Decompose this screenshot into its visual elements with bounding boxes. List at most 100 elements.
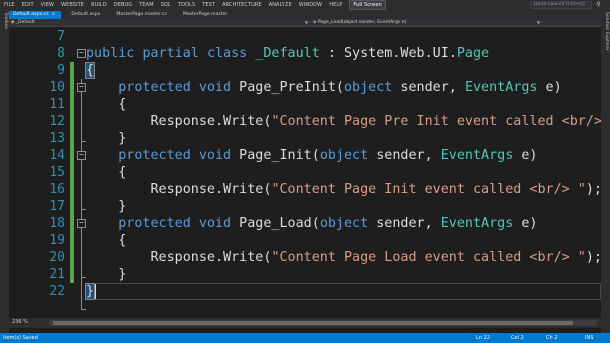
menu-debug[interactable]: DEBUG [114, 2, 132, 8]
line-number: 8 [57, 46, 65, 61]
code-text: } [84, 283, 96, 300]
status-insert-mode: INS [585, 335, 594, 341]
menu-test[interactable]: TEST [202, 2, 215, 8]
code-line: 20 Response.Write("Content Page Load eve… [9, 249, 601, 266]
line-number: 12 [49, 114, 65, 129]
line-number: 17 [49, 199, 65, 214]
class-dropdown-value: _Default [15, 20, 35, 25]
change-indicator [70, 181, 74, 198]
search-icon[interactable]: ⚲ [594, 1, 603, 9]
code-line: 19 { [9, 232, 601, 249]
code-line: 17 } [9, 198, 601, 215]
line-number: 18 [49, 216, 65, 231]
change-indicator [70, 249, 74, 266]
left-dock-strip: Toolbox [0, 10, 9, 333]
code-text: } [86, 267, 127, 282]
code-text: Response.Write("Content Page Init event … [86, 182, 601, 197]
change-indicator [70, 62, 74, 79]
code-line: 7 [9, 28, 601, 45]
code-text: } [86, 199, 127, 214]
line-number: 20 [49, 250, 65, 265]
zoom-level[interactable]: 236 % [12, 319, 28, 325]
toolbox-tab[interactable]: Toolbox [3, 12, 8, 29]
line-number: 13 [49, 131, 65, 146]
class-dropdown[interactable]: ◆ _Default ▼ [11, 20, 311, 26]
collapse-icon[interactable]: − [77, 219, 86, 228]
line-number: 22 [49, 284, 65, 299]
status-bar: Item(s) Saved Ln 22 Col 2 Ch 2 INS [0, 333, 610, 343]
menu-edit[interactable]: EDIT [22, 2, 34, 8]
tab-masterpage-master[interactable]: MasterPage.master [179, 11, 233, 19]
code-text: protected void Page_PreInit(object sende… [118, 80, 562, 95]
code-text: { [86, 165, 127, 180]
menu-website[interactable]: WEBSITE [61, 2, 84, 8]
code-text: { [86, 97, 127, 112]
change-indicator [70, 266, 74, 283]
code-line: 14 − protected void Page_Init(object sen… [9, 147, 601, 164]
code-line: 21 } [9, 266, 601, 283]
change-indicator [70, 232, 74, 249]
full-screen-button[interactable]: Full Screen [349, 0, 386, 10]
code-text: { [84, 62, 96, 79]
change-indicator [70, 164, 74, 181]
collapse-icon[interactable]: − [77, 151, 86, 160]
menu-team[interactable]: TEAM [139, 2, 153, 8]
code-line: 16 Response.Write("Content Page Init eve… [9, 181, 601, 198]
status-message: Item(s) Saved [3, 335, 38, 341]
chevron-down-icon: ▼ [304, 20, 308, 25]
document-tab-bar: Default.aspx.cs × Default.aspx MasterPage… [9, 10, 601, 19]
menu-help[interactable]: HELP [329, 2, 342, 8]
menu-build[interactable]: BUILD [91, 2, 107, 8]
tab-label: Default.aspx.cs [13, 12, 49, 17]
line-number: 14 [49, 148, 65, 163]
menu-architecture[interactable]: ARCHITECTURE [222, 2, 262, 8]
code-text: protected void Page_Load(object sender, … [118, 216, 538, 231]
menu-tools[interactable]: TOOLS [178, 2, 195, 8]
line-number: 7 [57, 29, 65, 44]
collapse-icon[interactable]: − [77, 83, 86, 92]
code-editor[interactable]: 7 8 − public partial class _Default : Sy… [9, 28, 601, 318]
status-line: Ln 22 [476, 335, 490, 341]
status-col: Col 2 [511, 335, 524, 341]
code-text: Response.Write("Content Page Pre Init ev… [86, 114, 601, 129]
tab-default-aspx[interactable]: Default.aspx [67, 11, 106, 19]
tab-default-aspx-cs[interactable]: Default.aspx.cs × [9, 11, 62, 19]
line-number: 16 [49, 182, 65, 197]
change-indicator [70, 79, 74, 96]
menu-sql[interactable]: SQL [161, 2, 171, 8]
class-icon: ◆ [11, 20, 15, 25]
change-indicator [70, 130, 74, 147]
change-indicator [70, 198, 74, 215]
solution-explorer-tab[interactable]: Solution Explorer [604, 12, 609, 51]
code-line: 15 { [9, 164, 601, 181]
code-line-current: 22 } [9, 283, 601, 300]
menu-window[interactable]: WINDOW [299, 2, 323, 8]
code-text: { [86, 233, 127, 248]
change-indicator [70, 147, 74, 164]
code-line: 12 Response.Write("Content Page Pre Init… [9, 113, 601, 130]
status-ch: Ch 2 [546, 335, 558, 341]
menu-analyze[interactable]: ANALYZE [269, 2, 292, 8]
line-number: 15 [49, 165, 65, 180]
text-caret [95, 284, 96, 299]
code-line: 9 { [9, 62, 601, 79]
fold-guide-end [81, 309, 86, 310]
code-text: protected void Page_Init(object sender, … [118, 148, 538, 163]
tab-label: MasterPage.master [182, 12, 228, 17]
code-line: 13 } [9, 130, 601, 147]
navigation-bar: ◆ _Default ▼ ◆ Page_Load(object sender, … [9, 19, 601, 27]
close-icon[interactable]: × [51, 12, 55, 17]
code-text: public partial class _Default : System.W… [86, 46, 490, 61]
tab-masterpage-master-cs[interactable]: MasterPage.master.cs [112, 11, 172, 19]
current-line-highlight [86, 283, 601, 300]
scrollbar-thumb[interactable] [53, 321, 573, 325]
member-dropdown[interactable]: ◆ Page_Load(object sender, EventArgs e) … [313, 20, 543, 26]
collapse-icon[interactable]: − [77, 49, 86, 58]
menu-file[interactable]: FILE [4, 2, 15, 8]
code-line: 18 − protected void Page_Load(object sen… [9, 215, 601, 232]
change-indicator [70, 96, 74, 113]
tab-label: MasterPage.master.cs [116, 12, 167, 17]
menu-view[interactable]: VIEW [41, 2, 54, 8]
code-line: 10 − protected void Page_PreInit(object … [9, 79, 601, 96]
quick-launch-input[interactable]: Quick Launch (Ctrl+Q) [530, 1, 592, 9]
